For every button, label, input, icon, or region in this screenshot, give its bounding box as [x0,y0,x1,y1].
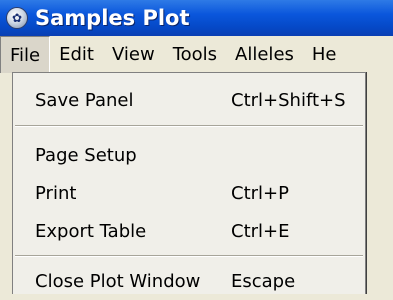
menu-separator [15,255,363,257]
window-title: Samples Plot [35,6,190,30]
menu-item-label: Page Setup [35,144,137,166]
menu-item-shortcut: Ctrl+Shift+S [231,89,346,111]
menu-item-label: Close Plot Window [35,270,201,292]
menu-item-page-setup[interactable]: Page Setup [13,136,365,174]
menu-bar: File Edit View Tools Alleles He [0,36,393,73]
menu-item-shortcut: Ctrl+E [231,220,290,242]
menu-item-label: Export Table [35,220,147,242]
title-bar[interactable]: ✿ Samples Plot [0,0,393,36]
menu-file[interactable]: File [0,36,51,73]
menu-separator [15,125,363,127]
app-globe-icon[interactable]: ✿ [6,7,28,29]
menu-help[interactable]: He [303,36,346,73]
menu-item-save-panel[interactable]: Save Panel Ctrl+Shift+S [13,81,365,119]
file-menu-dropdown: Save Panel Ctrl+Shift+S Page Setup Print… [12,72,366,294]
menu-edit[interactable]: Edit [50,36,103,73]
menu-alleles[interactable]: Alleles [226,36,303,73]
menu-item-shortcut: Escape [231,270,296,292]
menu-view[interactable]: View [103,36,164,73]
menu-item-label: Save Panel [35,89,134,111]
menu-item-shortcut: Ctrl+P [231,182,289,204]
menu-tools[interactable]: Tools [164,36,226,73]
menu-item-print[interactable]: Print Ctrl+P [13,174,365,212]
menu-item-close-plot-window[interactable]: Close Plot Window Escape [13,262,365,300]
menu-item-export-table[interactable]: Export Table Ctrl+E [13,212,365,250]
menu-item-label: Print [35,182,77,204]
